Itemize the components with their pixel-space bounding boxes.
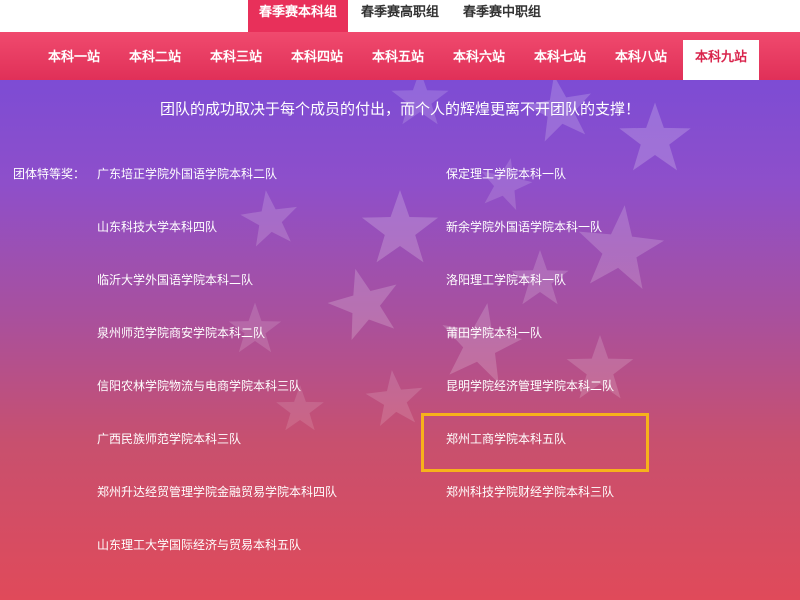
star-shape: [361, 190, 439, 263]
star-shape: [474, 152, 537, 213]
tab-station-6[interactable]: 本科六站: [439, 40, 519, 80]
team-item[interactable]: 信阳农林学院物流与电商学院本科三队: [97, 377, 301, 394]
team-item[interactable]: 临沂大学外国语学院本科二队: [97, 271, 253, 288]
star-shape: [363, 367, 426, 428]
tab-spring-secondary[interactable]: 春季赛中职组: [452, 0, 552, 32]
award-panel: 团队的成功取决于每个成员的付出，而个人的辉煌更离不开团队的支撑！ 团体特等奖： …: [0, 80, 800, 600]
tab-station-7[interactable]: 本科七站: [520, 40, 600, 80]
tab-spring-undergrad[interactable]: 春季赛本科组: [248, 0, 348, 32]
star-shape: [320, 259, 408, 344]
star-shape: [237, 186, 302, 249]
team-item[interactable]: 泉州师范学院商安学院本科二队: [97, 324, 265, 341]
team-item[interactable]: 新余学院外国语学院本科一队: [446, 218, 602, 235]
team-item[interactable]: 广西民族师范学院本科三队: [97, 430, 241, 447]
team-item[interactable]: 广东培正学院外国语学院本科二队: [97, 165, 277, 182]
team-item[interactable]: 莆田学院本科一队: [446, 324, 542, 341]
team-item[interactable]: 山东理工大学国际经济与贸易本科五队: [97, 536, 301, 553]
team-item[interactable]: 山东科技大学本科四队: [97, 218, 217, 235]
tab-station-5[interactable]: 本科五站: [358, 40, 438, 80]
team-item[interactable]: 昆明学院经济管理学院本科二队: [446, 377, 614, 394]
group-tabs: 春季赛本科组 春季赛高职组 春季赛中职组: [0, 0, 800, 32]
tab-station-1[interactable]: 本科一站: [34, 40, 114, 80]
star-shape: [573, 200, 668, 291]
highlight-box: [421, 413, 649, 472]
tab-spring-vocational[interactable]: 春季赛高职组: [350, 0, 450, 32]
star-shape: [434, 296, 528, 386]
tab-station-9[interactable]: 本科九站: [683, 40, 759, 80]
team-item[interactable]: 洛阳理工学院本科一队: [446, 271, 566, 288]
page-slogan: 团队的成功取决于每个成员的付出，而个人的辉煌更离不开团队的支撑！: [159, 100, 640, 118]
station-nav: 本科一站 本科二站 本科三站 本科四站 本科五站 本科六站 本科七站 本科八站 …: [0, 32, 800, 80]
award-category-label: 团体特等奖：: [13, 167, 86, 181]
team-item[interactable]: 郑州科技学院财经学院本科三队: [446, 483, 614, 500]
tab-station-4[interactable]: 本科四站: [277, 40, 357, 80]
team-item[interactable]: 郑州升达经贸管理学院金融贸易学院本科四队: [97, 483, 337, 500]
team-item[interactable]: 保定理工学院本科一队: [446, 165, 566, 182]
tab-station-3[interactable]: 本科三站: [196, 40, 276, 80]
tab-station-2[interactable]: 本科二站: [115, 40, 195, 80]
tab-station-8[interactable]: 本科八站: [601, 40, 681, 80]
